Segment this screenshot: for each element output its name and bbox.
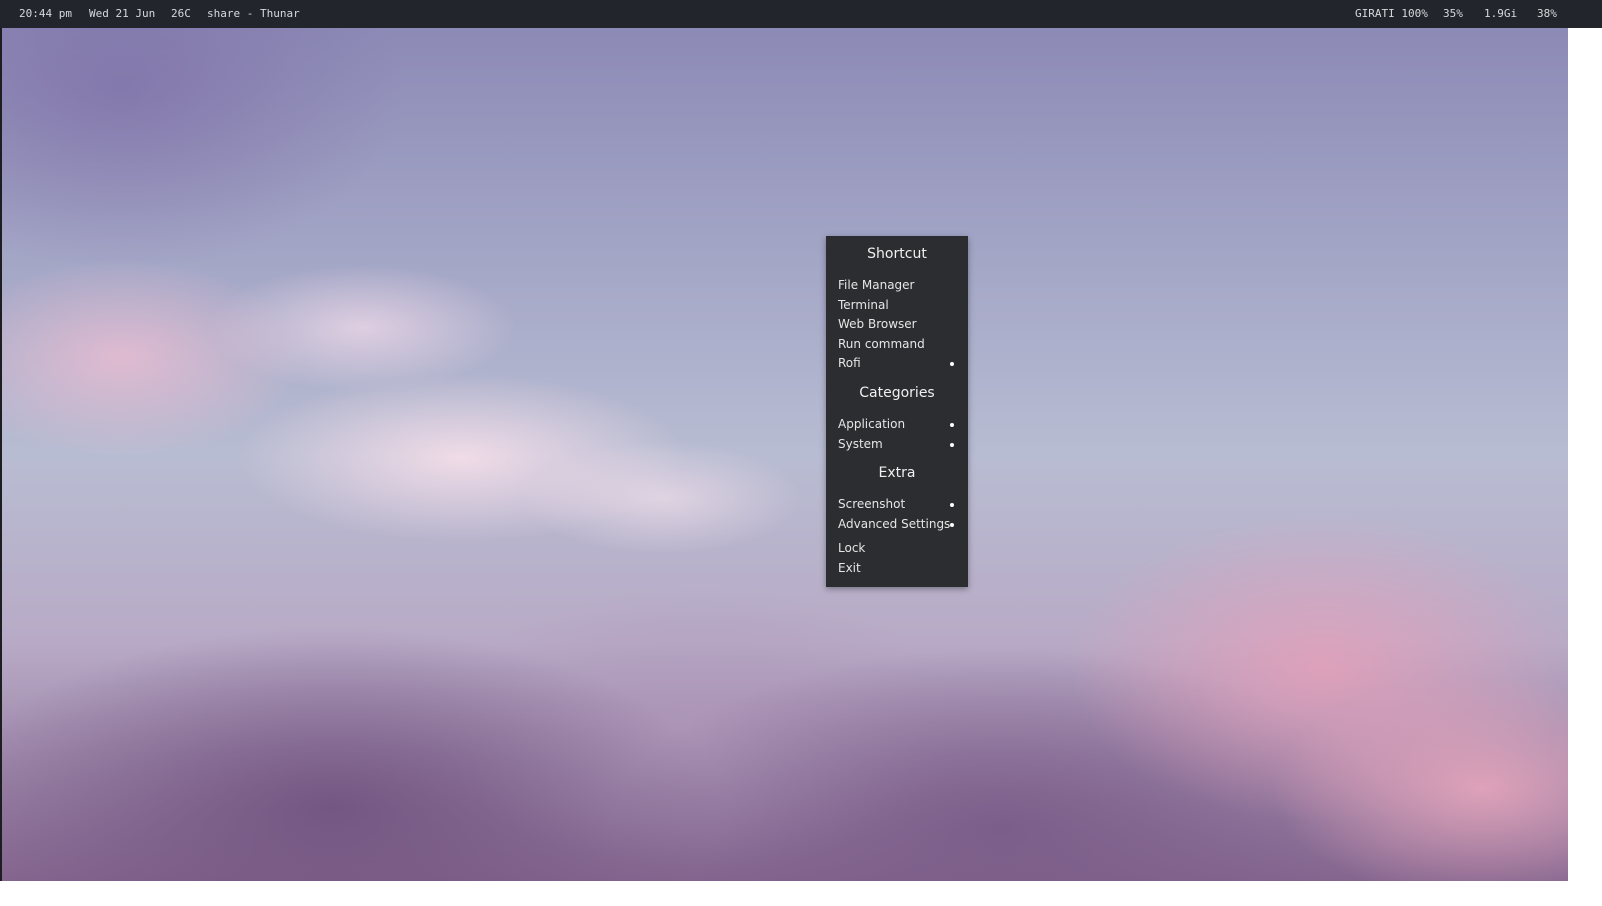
menu-section-title-categories: Categories	[859, 385, 935, 401]
submenu-indicator-icon	[950, 503, 954, 507]
submenu-indicator-icon	[950, 362, 954, 366]
menu-item-label: Terminal	[838, 298, 889, 312]
menu-item-label: Lock	[838, 541, 866, 555]
desktop-wallpaper[interactable]	[2, 28, 1568, 881]
menu-item-label: Screenshot	[838, 497, 906, 511]
menu-item-label: Web Browser	[838, 317, 917, 331]
weather-temperature: 26C	[171, 7, 191, 20]
menu-item-screenshot[interactable]: Screenshot	[838, 495, 964, 514]
clock-time: 20:44 pm	[19, 7, 72, 20]
battery-level: 38%	[1537, 7, 1557, 20]
menu-item-exit[interactable]: Exit	[838, 559, 964, 578]
menu-item-label: Exit	[838, 561, 861, 575]
menu-section-title-extra: Extra	[878, 465, 916, 481]
menu-item-terminal[interactable]: Terminal	[838, 296, 964, 315]
network-status: GIRATI 100%	[1355, 7, 1428, 20]
submenu-indicator-icon	[950, 423, 954, 427]
menu-item-rofi[interactable]: Rofi	[838, 354, 964, 373]
menu-item-system[interactable]: System	[838, 435, 964, 454]
menu-item-lock[interactable]: Lock	[838, 539, 964, 558]
menu-item-label: Run command	[838, 337, 925, 351]
menu-item-application[interactable]: Application	[838, 415, 964, 434]
menu-item-label: Advanced Settings	[838, 517, 951, 531]
submenu-indicator-icon	[950, 523, 954, 527]
menu-item-run-command[interactable]: Run command	[838, 335, 964, 354]
menu-item-label: File Manager	[838, 278, 915, 292]
menu-item-advanced-settings[interactable]: Advanced Settings	[838, 515, 964, 534]
memory-usage: 1.9Gi	[1484, 7, 1518, 20]
menu-item-label: System	[838, 437, 883, 451]
active-window-title[interactable]: share - Thunar	[207, 0, 300, 28]
root-menu: Shortcut File Manager Terminal Web Brows…	[826, 236, 968, 587]
menu-item-label: Rofi	[838, 356, 861, 370]
screen-edge-right	[1568, 28, 1602, 881]
menu-item-file-manager[interactable]: File Manager	[838, 276, 964, 295]
clock-date: Wed 21 Jun	[89, 7, 156, 20]
submenu-indicator-icon	[950, 443, 954, 447]
menu-item-label: Application	[838, 417, 906, 431]
menu-item-web-browser[interactable]: Web Browser	[838, 315, 964, 334]
top-status-bar: 20:44 pm Wed 21 Jun 26C share - Thunar G…	[0, 0, 1602, 28]
menu-section-title-shortcut: Shortcut	[867, 246, 927, 262]
cpu-usage: 35%	[1443, 7, 1463, 20]
